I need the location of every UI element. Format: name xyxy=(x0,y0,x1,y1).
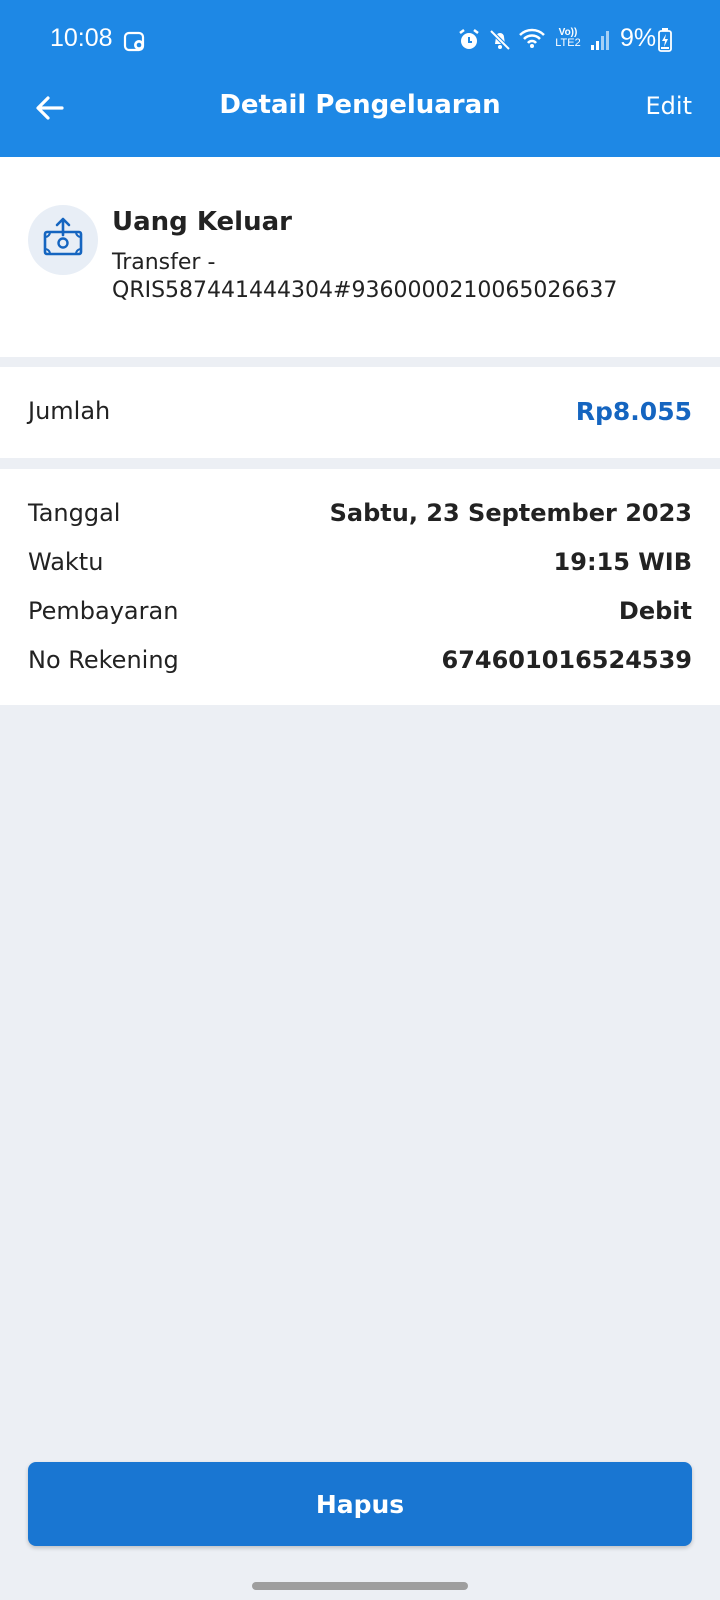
detail-row-date: Tanggal Sabtu, 23 September 2023 xyxy=(0,499,720,539)
alarm-icon xyxy=(458,28,480,56)
detail-row-payment: Pembayaran Debit xyxy=(0,597,720,637)
detail-row-account: No Rekening 674601016524539 xyxy=(0,646,720,686)
signal-icon xyxy=(590,29,610,55)
transaction-description: Transfer - QRIS587441444304#936000021006… xyxy=(112,250,618,303)
time-label: Waktu xyxy=(28,548,104,576)
amount-card: Jumlah Rp8.055 xyxy=(0,367,720,458)
amount-value: Rp8.055 xyxy=(575,397,692,426)
account-value: 674601016524539 xyxy=(441,646,693,674)
status-bar: 10:08 Vo)) LTE2 9% xyxy=(0,0,720,80)
battery-percent: 9% xyxy=(620,24,657,52)
transaction-summary-card: Uang Keluar Transfer - QRIS587441444304#… xyxy=(0,157,720,357)
wifi-icon xyxy=(518,27,546,53)
detail-row-time: Waktu 19:15 WIB xyxy=(0,548,720,588)
details-card: Tanggal Sabtu, 23 September 2023 Waktu 1… xyxy=(0,469,720,705)
date-label: Tanggal xyxy=(28,499,121,527)
payment-label: Pembayaran xyxy=(28,597,179,625)
page-title: Detail Pengeluaran xyxy=(219,90,501,120)
payment-value: Debit xyxy=(618,597,692,625)
account-label: No Rekening xyxy=(28,646,179,674)
transaction-avatar xyxy=(28,205,98,275)
toolbar: Detail Pengeluaran Edit xyxy=(0,80,720,157)
screen-record-icon xyxy=(123,30,147,58)
money-out-icon xyxy=(41,216,85,264)
amount-label: Jumlah xyxy=(28,397,111,425)
edit-button[interactable]: Edit xyxy=(646,92,692,120)
volte-lte2-icon: Vo)) LTE2 xyxy=(548,27,588,49)
mute-icon xyxy=(488,28,512,56)
lte2-text: LTE2 xyxy=(555,37,581,49)
delete-button[interactable]: Hapus xyxy=(28,1462,692,1546)
battery-charging-icon xyxy=(658,28,672,56)
app-header: 10:08 Vo)) LTE2 9% Detail Pengeluaran Ed… xyxy=(0,0,720,157)
home-indicator[interactable] xyxy=(252,1582,468,1590)
date-value: Sabtu, 23 September 2023 xyxy=(329,499,692,527)
time-value: 19:15 WIB xyxy=(553,548,692,576)
status-time: 10:08 xyxy=(50,24,113,52)
transaction-title: Uang Keluar xyxy=(112,207,292,237)
